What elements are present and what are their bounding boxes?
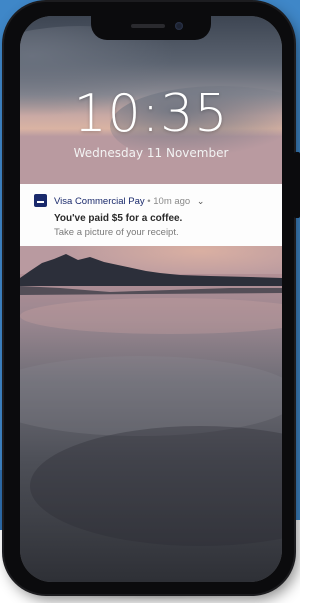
lock-screen: 10:35 Wednesday 11 November Visa Commerc… [20,16,282,582]
notification-time: 10m ago [153,196,191,207]
lock-screen-clock: 10:35 [73,84,229,144]
action-button [4,94,10,116]
screenshot-stage: 10:35 Wednesday 11 November Visa Commerc… [0,0,300,603]
push-notification[interactable]: Visa Commercial Pay • 10m ago ⌄ You've p… [20,184,282,246]
earpiece-speaker [131,24,165,28]
notification-header: Visa Commercial Pay • 10m ago ⌄ [54,194,204,208]
volume-up-button [4,134,10,174]
device-notch [91,16,211,40]
front-camera [175,22,183,30]
notification-separator: • [147,196,151,207]
power-button [294,152,300,218]
notification-body: Take a picture of your receipt. [54,227,179,238]
chevron-down-icon[interactable]: ⌄ [197,194,205,208]
visa-card-icon [34,194,47,207]
phone-device: 10:35 Wednesday 11 November Visa Commerc… [4,2,300,594]
lock-screen-date: Wednesday 11 November [73,146,229,160]
volume-down-button [4,184,10,224]
notification-app-name: Visa Commercial Pay [54,196,145,207]
notification-title: You've paid $5 for a coffee. [54,213,183,224]
